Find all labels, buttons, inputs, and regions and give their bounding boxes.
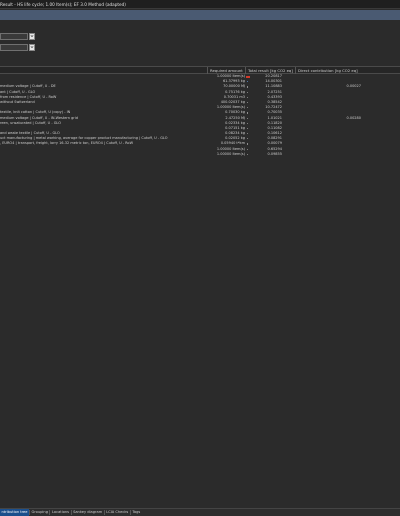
result-settings (0, 20, 400, 62)
direct-contribution (296, 152, 364, 157)
column-header-required-amount[interactable]: Required amount (207, 67, 245, 74)
tab-contribution-tree[interactable]: ntribution tree (0, 509, 29, 516)
selection-combo-1[interactable] (0, 32, 28, 40)
process-name (0, 152, 206, 157)
column-header-total-result[interactable]: Total result [kg CO2 eq] (245, 67, 295, 74)
table-row[interactable]: 1.00000 Item(s) 0.09855 (0, 152, 400, 157)
editor-tab-strip (0, 10, 400, 20)
combo-dropdown-button-2[interactable] (29, 43, 35, 51)
total-result: 0.09855 (267, 151, 282, 156)
combo-dropdown-button-1[interactable] (29, 32, 35, 40)
chevron-down-icon (30, 35, 34, 38)
chevron-down-icon (30, 46, 34, 49)
tab-lcia-checks[interactable]: LCIA Checks (105, 509, 130, 516)
contribution-tree-table: Required amount Total result [kg CO2 eq]… (0, 66, 400, 157)
combo-row-2 (0, 43, 35, 51)
column-header-direct-contribution[interactable]: Direct contribution [kg CO2 eq] (295, 67, 365, 74)
tab-grouping[interactable]: Grouping (30, 509, 50, 516)
column-header-name[interactable] (0, 67, 207, 74)
table-body: 1.00000 Item(s) 20.20817 61.37993 kg 14.003… (0, 74, 400, 157)
bottom-tab-bar: ntribution tree Grouping Locations Sanke… (0, 508, 400, 516)
required-amount: 1.00000 Item(s) (216, 151, 245, 156)
table-header: Required amount Total result [kg CO2 eq]… (0, 66, 400, 74)
tab-tags[interactable]: Tags (131, 509, 142, 516)
window-title: Result - HS life cycle; 1.00 Item(s); EF… (0, 0, 400, 9)
combo-row-1 (0, 32, 35, 40)
tab-sankey-diagram[interactable]: Sankey diagram (72, 509, 104, 516)
tab-locations[interactable]: Locations (50, 509, 70, 516)
selection-combo-2[interactable] (0, 43, 28, 51)
